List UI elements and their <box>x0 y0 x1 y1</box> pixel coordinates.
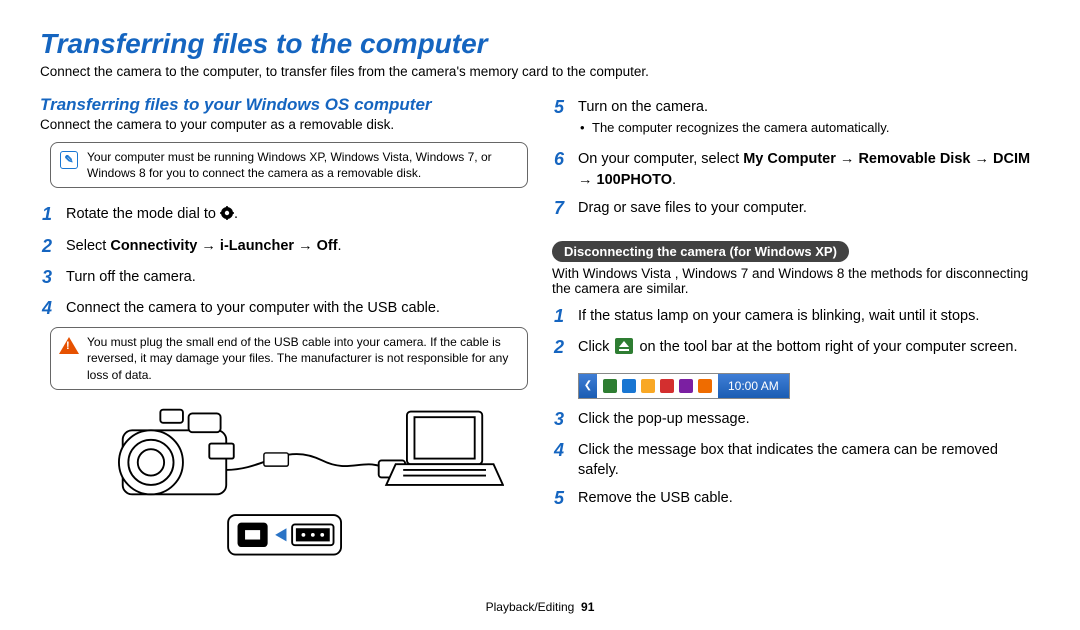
step-number: 5 <box>552 486 578 511</box>
tray-shield-icon <box>641 379 655 393</box>
step-number: 3 <box>40 265 66 290</box>
step-number: 1 <box>552 304 578 329</box>
tray-volume-icon <box>660 379 674 393</box>
usb-connection-illustration <box>60 404 528 564</box>
dstep-2: 2 Click on the tool bar at the bottom ri… <box>552 335 1040 360</box>
step-5: 5 Turn on the camera. The computer recog… <box>552 95 1040 141</box>
step-number: 7 <box>552 196 578 221</box>
page-title: Transferring files to the computer <box>40 28 1040 60</box>
step-2: 2 Select Connectivity → i-Launcher → Off… <box>40 234 528 259</box>
step-4: 4 Connect the camera to your computer wi… <box>40 296 528 321</box>
step-number: 2 <box>40 234 66 259</box>
dstep-1: 1 If the status lamp on your camera is b… <box>552 304 1040 329</box>
disconnect-sub: With Windows Vista , Windows 7 and Windo… <box>552 266 1040 296</box>
tray-network-icon <box>622 379 636 393</box>
step-body: Select Connectivity → i-Launcher → Off. <box>66 234 528 256</box>
step-number: 3 <box>552 407 578 432</box>
footer-page-number: 91 <box>581 600 594 614</box>
steps-list-right-c: 3 Click the pop-up message. 4 Click the … <box>552 407 1040 512</box>
tray-expand-icon: ❮ <box>579 374 597 398</box>
warning-callout: You must plug the small end of the USB c… <box>50 327 528 390</box>
steps-list-left: 1 Rotate the mode dial to . 2 Select Con… <box>40 202 528 321</box>
step-sub-bullet: The computer recognizes the camera autom… <box>578 119 1040 137</box>
section-heading: Transferring files to your Windows OS co… <box>40 95 528 115</box>
windows-taskbar-snippet: ❮ 10:00 AM <box>578 373 790 399</box>
dstep-3: 3 Click the pop-up message. <box>552 407 1040 432</box>
step-body: Click on the tool bar at the bottom righ… <box>578 335 1040 357</box>
taskbar-clock: 10:00 AM <box>718 374 789 398</box>
step-body: Turn off the camera. <box>66 265 528 287</box>
step-number: 5 <box>552 95 578 120</box>
mode-dial-icon <box>220 206 234 220</box>
step-1: 1 Rotate the mode dial to . <box>40 202 528 227</box>
step-3: 3 Turn off the camera. <box>40 265 528 290</box>
tray-remove-hw-icon <box>603 379 617 393</box>
step-body: Click the pop-up message. <box>578 407 1040 429</box>
step-body: Click the message box that indicates the… <box>578 438 1040 481</box>
safely-remove-icon <box>615 338 633 354</box>
step-body: Rotate the mode dial to . <box>66 202 528 224</box>
step-body: Turn on the camera. The computer recogni… <box>578 95 1040 141</box>
section-sub: Connect the camera to your computer as a… <box>40 117 528 132</box>
tray-generic-icon <box>698 379 712 393</box>
right-column: 5 Turn on the camera. The computer recog… <box>552 95 1040 564</box>
steps-list-right-a: 5 Turn on the camera. The computer recog… <box>552 95 1040 221</box>
step-6: 6 On your computer, select My Computer →… <box>552 147 1040 190</box>
step-number: 4 <box>40 296 66 321</box>
step-7: 7 Drag or save files to your computer. <box>552 196 1040 221</box>
step-number: 2 <box>552 335 578 360</box>
dstep-4: 4 Click the message box that indicates t… <box>552 438 1040 481</box>
disconnect-heading-pill: Disconnecting the camera (for Windows XP… <box>552 241 849 262</box>
step-number: 6 <box>552 147 578 172</box>
content-columns: Transferring files to your Windows OS co… <box>40 95 1040 564</box>
footer-section: Playback/Editing <box>486 600 575 614</box>
note-callout: ✎ Your computer must be running Windows … <box>50 142 528 188</box>
system-tray <box>597 374 718 398</box>
steps-list-right-b: 1 If the status lamp on your camera is b… <box>552 304 1040 360</box>
tray-generic-icon <box>679 379 693 393</box>
note-icon: ✎ <box>59 150 79 170</box>
warning-text: You must plug the small end of the USB c… <box>87 334 517 383</box>
step-body: Remove the USB cable. <box>578 486 1040 508</box>
step-number: 1 <box>40 202 66 227</box>
step-body: Connect the camera to your computer with… <box>66 296 528 318</box>
warning-icon <box>59 335 79 355</box>
step-body: Drag or save files to your computer. <box>578 196 1040 218</box>
step-body: On your computer, select My Computer → R… <box>578 147 1040 190</box>
note-text: Your computer must be running Windows XP… <box>87 149 517 181</box>
left-column: Transferring files to your Windows OS co… <box>40 95 528 564</box>
intro-text: Connect the camera to the computer, to t… <box>40 64 1040 79</box>
step-body: If the status lamp on your camera is bli… <box>578 304 1040 326</box>
page-footer: Playback/Editing 91 <box>0 600 1080 614</box>
dstep-5: 5 Remove the USB cable. <box>552 486 1040 511</box>
step-number: 4 <box>552 438 578 463</box>
